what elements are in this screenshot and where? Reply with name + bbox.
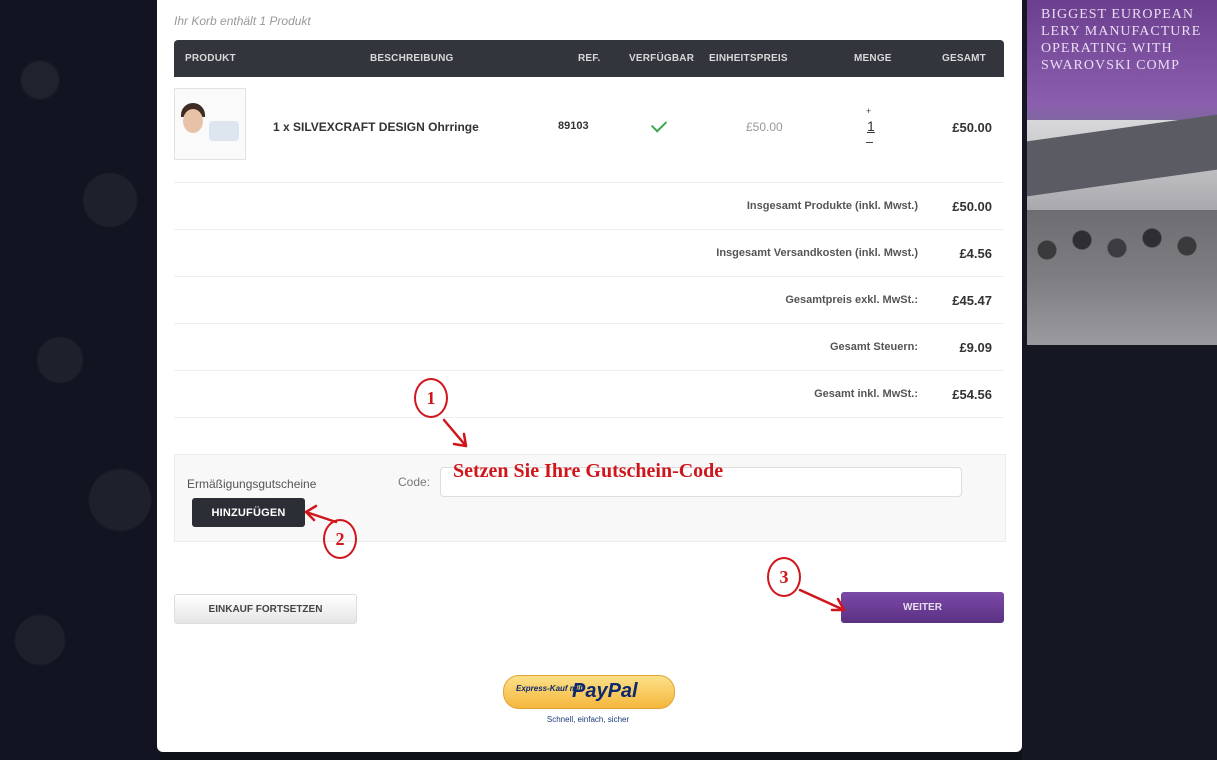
summary-row-grand-total: Gesamt inkl. MwSt.: £54.56 xyxy=(174,370,1004,418)
next-button[interactable]: WEITER xyxy=(841,592,1004,623)
qty-increase-button[interactable]: + xyxy=(866,106,871,116)
annotation-step-2: 2 xyxy=(323,519,357,559)
paypal-express-button[interactable]: Express-Kauf mit PayPal xyxy=(503,675,675,709)
qty-decrease-button[interactable] xyxy=(866,142,873,143)
voucher-label: Ermäßigungsgutscheine xyxy=(187,477,317,491)
product-unit-price: £50.00 xyxy=(746,120,783,134)
cart-item-row: 1 x SILVEXCRAFT DESIGN Ohrringe 89103 £5… xyxy=(174,78,1004,183)
col-unit-price: EINHEITSPREIS xyxy=(709,53,788,64)
background-pattern-left xyxy=(0,0,160,760)
add-voucher-button[interactable]: HINZUFÜGEN xyxy=(192,498,305,527)
summary-row-products: Insgesamt Produkte (inkl. Mwst.) £50.00 xyxy=(174,182,1004,230)
basket-info: Ihr Korb enthält 1 Produkt xyxy=(174,14,311,28)
col-total: GESAMT xyxy=(942,53,986,64)
col-ref: REF. xyxy=(578,53,601,64)
annotation-step-3: 3 xyxy=(767,557,801,597)
cart-table-header: PRODUKT BESCHREIBUNG REF. VERFÜGBAR EINH… xyxy=(174,40,1004,77)
col-quantity: MENGE xyxy=(854,53,892,64)
promo-banner[interactable]: BIGGEST EUROPEAN LERY MANUFACTURE OPERAT… xyxy=(1027,0,1217,345)
banner-text: BIGGEST EUROPEAN LERY MANUFACTURE OPERAT… xyxy=(1041,7,1202,73)
summary-row-tax: Gesamt Steuern: £9.09 xyxy=(174,323,1004,371)
col-available: VERFÜGBAR xyxy=(629,53,695,64)
summary-row-net: Gesamtpreis exkl. MwSt.: £45.47 xyxy=(174,276,1004,324)
product-ref: 89103 xyxy=(558,120,589,132)
paypal-tagline: Schnell, einfach, sicher xyxy=(546,715,630,724)
code-label: Code: xyxy=(398,475,431,489)
continue-shopping-button[interactable]: EINKAUF FORTSETZEN xyxy=(174,594,357,624)
annotation-step-1: 1 xyxy=(414,378,448,418)
product-name-link[interactable]: 1 x SILVEXCRAFT DESIGN Ohrringe xyxy=(273,120,479,134)
cart-panel: Ihr Korb enthält 1 Produkt PRODUKT BESCH… xyxy=(157,0,1022,752)
product-thumbnail[interactable] xyxy=(174,88,246,160)
summary-row-shipping: Insgesamt Versandkosten (inkl. Mwst.) £4… xyxy=(174,229,1004,277)
col-product: PRODUKT xyxy=(185,53,236,64)
annotation-hint: Setzen Sie Ihre Gutschein-Code xyxy=(453,460,724,482)
banner-staff-photo xyxy=(1027,210,1217,345)
col-description: BESCHREIBUNG xyxy=(370,53,454,64)
check-icon xyxy=(650,116,668,133)
paypal-logo: PayPal xyxy=(572,680,638,702)
product-total: £50.00 xyxy=(952,120,992,135)
qty-value[interactable]: 1 xyxy=(867,118,875,134)
